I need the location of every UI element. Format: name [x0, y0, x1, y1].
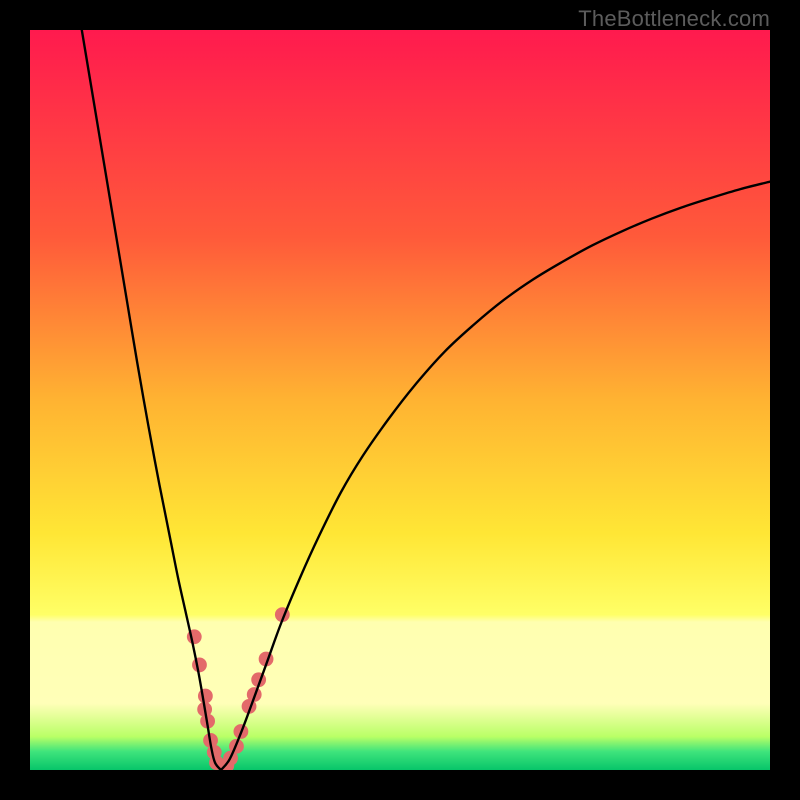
highlight-dot [192, 658, 207, 673]
chart-frame: TheBottleneck.com [0, 0, 800, 800]
right-branch-line [221, 182, 770, 770]
curve-layer [30, 30, 770, 770]
plot-area [30, 30, 770, 770]
watermark-text: TheBottleneck.com [578, 6, 770, 32]
highlight-dot [198, 689, 213, 704]
